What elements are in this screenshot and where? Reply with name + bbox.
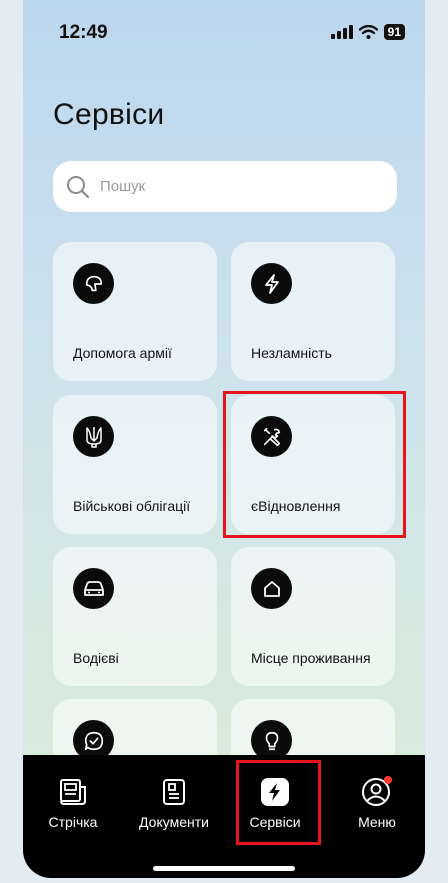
search-input[interactable]: [98, 177, 362, 196]
service-label: Допомога армії: [73, 345, 172, 361]
car-icon: [73, 568, 114, 609]
tab-label: Документи: [139, 814, 209, 830]
helmet-icon: [73, 263, 114, 304]
tab-label: Меню: [358, 814, 396, 830]
signal-icon: [330, 25, 353, 39]
wifi-icon: [358, 25, 378, 39]
home-indicator: [153, 866, 295, 871]
page-title: Сервіси: [53, 98, 165, 131]
house-icon: [251, 568, 292, 609]
search-bar[interactable]: [53, 161, 397, 212]
trident-icon: [73, 416, 114, 457]
battery-icon: 91: [383, 24, 405, 40]
service-tile-army-help[interactable]: Допомога армії: [53, 242, 217, 381]
profile-icon: [362, 776, 392, 806]
tab-documents[interactable]: Документи: [128, 755, 220, 845]
documents-icon: [163, 779, 185, 805]
service-label: Військові облігації: [73, 498, 191, 514]
tab-menu[interactable]: Меню: [343, 755, 411, 845]
tab-label: Стрічка: [48, 814, 98, 830]
status-time: 12:49: [59, 22, 108, 43]
service-label: Водієві: [73, 650, 119, 666]
service-tile-military-bonds[interactable]: Військові облігації: [53, 395, 217, 534]
service-tile-nezlamnist[interactable]: Незламність: [231, 242, 395, 381]
service-label: Місце проживання: [251, 650, 371, 666]
highlight-services-tab: [236, 760, 321, 845]
search-icon: [67, 175, 90, 198]
tab-bar: Стрічка Документи Сервіси Меню: [23, 755, 425, 878]
feed-icon: [60, 779, 86, 805]
lightning-icon: [251, 263, 292, 304]
highlight-evidnovlennia: [223, 391, 406, 538]
status-icons: 91: [330, 24, 405, 40]
service-tile-residence[interactable]: Місце проживання: [231, 547, 395, 686]
service-tile-drivers[interactable]: Водієві: [53, 547, 217, 686]
tab-feed[interactable]: Стрічка: [39, 755, 107, 845]
status-bar: 12:49 91: [23, 0, 425, 60]
service-label: Незламність: [251, 345, 332, 361]
